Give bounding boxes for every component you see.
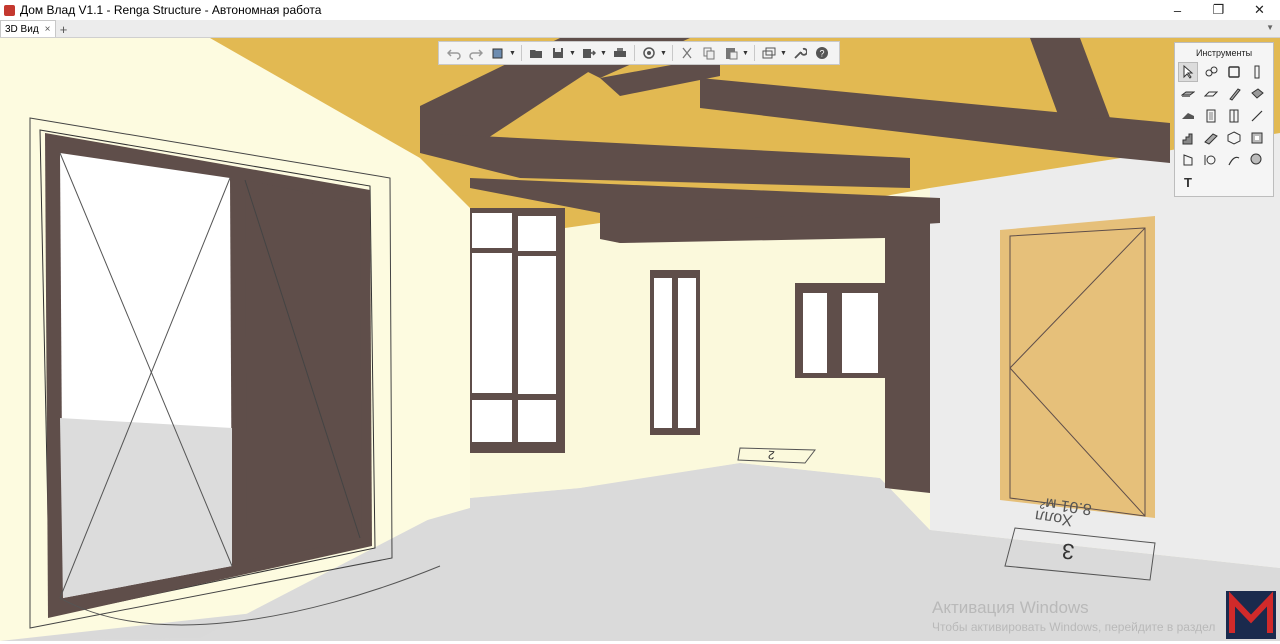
help-icon[interactable]: ?	[813, 44, 831, 62]
room-number-label: 2	[767, 447, 776, 463]
view-cube-icon[interactable]	[489, 44, 507, 62]
tab-3d-view[interactable]: 3D Вид ×	[0, 20, 56, 37]
window-icon[interactable]	[1224, 106, 1244, 126]
rebar-icon[interactable]	[1247, 84, 1267, 104]
svg-text:?: ?	[819, 49, 824, 59]
fill-icon[interactable]	[1247, 150, 1267, 170]
chevron-down-icon[interactable]: ▼	[600, 50, 607, 57]
stair-icon[interactable]	[1178, 128, 1198, 148]
window-title: Дом Влад V1.1 - Renga Structure - Автоно…	[20, 3, 322, 17]
3d-scene	[0, 38, 1280, 641]
title-bar: Дом Влад V1.1 - Renga Structure - Автоно…	[0, 0, 1280, 20]
wrench-icon[interactable]	[791, 44, 809, 62]
ramp-icon[interactable]	[1201, 128, 1221, 148]
opening-icon[interactable]	[1247, 128, 1267, 148]
column	[885, 198, 930, 493]
windows-activation-watermark: Активация Windows Чтобы активировать Win…	[932, 598, 1215, 634]
open-folder-icon[interactable]	[527, 44, 545, 62]
railing-icon[interactable]	[1178, 150, 1198, 170]
wall-icon[interactable]	[1224, 62, 1244, 82]
restore-button[interactable]: ❐	[1198, 0, 1239, 20]
print-icon[interactable]	[611, 44, 629, 62]
chevron-down-icon[interactable]: ▼	[509, 50, 516, 57]
document-tab-bar: 3D Вид × + ▼	[0, 20, 1280, 38]
select-icon[interactable]	[1178, 62, 1198, 82]
plate-icon[interactable]	[1201, 84, 1221, 104]
export-icon[interactable]	[580, 44, 598, 62]
renga-app-icon	[4, 4, 15, 16]
door-icon[interactable]	[1201, 106, 1221, 126]
element-icon[interactable]	[1224, 128, 1244, 148]
chevron-down-icon[interactable]: ▼	[780, 50, 787, 57]
tab-label: 3D Вид	[5, 23, 39, 35]
layers-icon[interactable]	[760, 44, 778, 62]
tab-close-icon[interactable]: ×	[45, 24, 51, 35]
orbit-icon[interactable]	[640, 44, 658, 62]
quick-access-toolbar: ▼ ▼ ▼ ▼ ▼ ▼ ?	[438, 41, 840, 65]
tab-list-dropdown-icon[interactable]: ▼	[1266, 23, 1274, 32]
paste-icon[interactable]	[722, 44, 740, 62]
close-button[interactable]: ✕	[1239, 0, 1280, 20]
3d-viewport[interactable]: 3 Холл 8.01 м² 2	[0, 38, 1280, 641]
beam-icon[interactable]	[1224, 84, 1244, 104]
text-icon[interactable]: T	[1178, 172, 1198, 192]
curve-icon[interactable]	[1224, 150, 1244, 170]
axis-icon[interactable]	[1201, 150, 1221, 170]
watermark-title: Активация Windows	[932, 598, 1089, 617]
add-tab-button[interactable]: +	[56, 21, 72, 37]
door-leaf	[1000, 216, 1155, 518]
tools-panel-title: Инструменты	[1195, 48, 1253, 58]
chevron-down-icon[interactable]: ▼	[569, 50, 576, 57]
floor-slab-icon[interactable]	[1178, 84, 1198, 104]
redo-icon[interactable]	[467, 44, 485, 62]
tools-panel: Инструменты T	[1174, 42, 1274, 197]
m-logo	[1226, 591, 1276, 639]
chevron-down-icon[interactable]: ▼	[742, 50, 749, 57]
copy-icon[interactable]	[700, 44, 718, 62]
tools-grid: T	[1178, 62, 1273, 194]
cut-icon[interactable]	[678, 44, 696, 62]
save-icon[interactable]	[549, 44, 567, 62]
minimize-button[interactable]: –	[1157, 0, 1198, 20]
column-icon[interactable]	[1247, 62, 1267, 82]
watermark-subtitle: Чтобы активировать Windows, перейдите в …	[932, 620, 1216, 634]
undo-icon[interactable]	[445, 44, 463, 62]
chevron-down-icon[interactable]: ▼	[660, 50, 667, 57]
line-icon[interactable]	[1247, 106, 1267, 126]
roof-icon[interactable]	[1178, 106, 1198, 126]
dimension-icon[interactable]	[1201, 62, 1221, 82]
